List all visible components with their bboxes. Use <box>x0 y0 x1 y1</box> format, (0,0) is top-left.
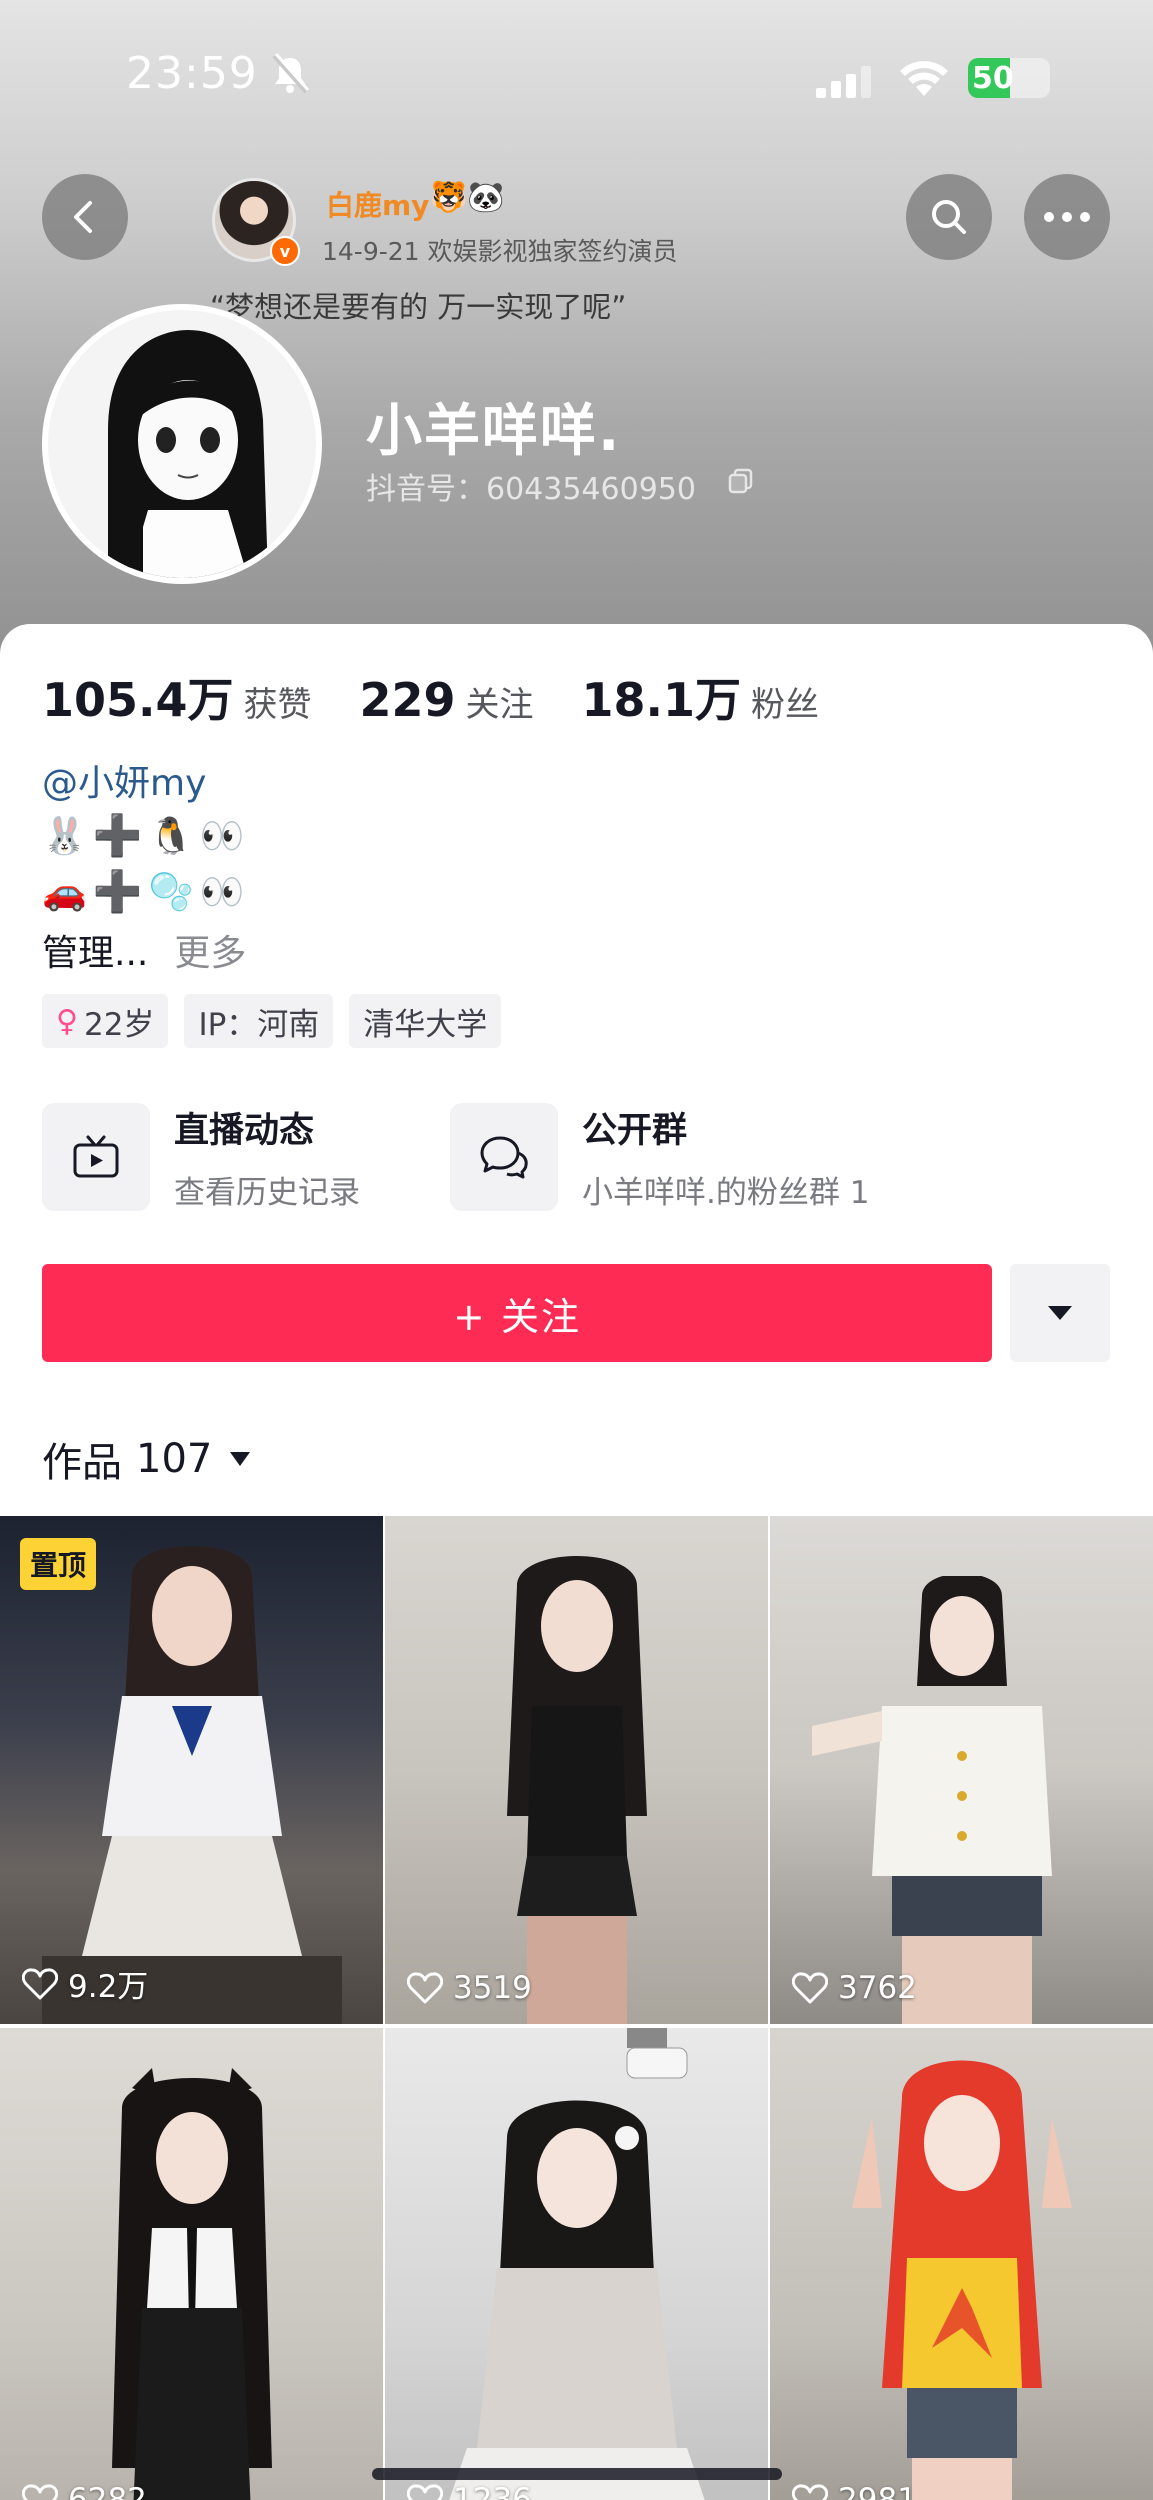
fan-group-subtitle: 小羊咩咩.的粉丝群 1 <box>582 1175 870 1211</box>
video-likes-count: 2981 <box>838 2482 917 2500</box>
bio-mention-link[interactable]: @小妍my <box>42 754 206 806</box>
likes-count: 105.4万 <box>42 673 234 727</box>
video-tile[interactable]: 2981 <box>770 2028 1153 2500</box>
friend-quote: “梦想还是要有的 万一实现了呢” <box>210 290 627 324</box>
live-history-title: 直播动态 <box>174 1111 315 1151</box>
bio-truncated-text: 管理... <box>42 933 149 974</box>
search-button[interactable] <box>906 174 992 260</box>
female-icon: ♀ <box>56 1003 78 1039</box>
following-label[interactable]: 关注 <box>466 677 534 726</box>
profile-username: 小羊咩咩. <box>366 399 622 464</box>
rabbit-emoji-icon: 🐰 <box>42 815 87 857</box>
video-likes: 9.2万 <box>22 1961 148 2006</box>
followers-label[interactable]: 粉丝 <box>751 677 819 726</box>
bio-more-link[interactable]: 更多 <box>174 924 246 976</box>
home-indicator[interactable] <box>372 2468 782 2480</box>
more-options-button[interactable] <box>1024 174 1110 260</box>
signal-icon <box>816 66 871 98</box>
penguin-emoji-icon: 🐧 <box>148 815 194 857</box>
plus-icon: ➕ <box>92 813 143 859</box>
video-tile[interactable]: 1236 <box>385 2028 768 2500</box>
video-thumbnail-image <box>41 1546 342 2024</box>
live-history-entry[interactable]: 直播动态 查看历史记录 <box>42 1102 360 1212</box>
battery-level: 50 <box>972 61 1014 96</box>
heart-icon <box>792 1972 828 2004</box>
friend-subtitle: 14-9-21 欢娱影视独家签约演员 <box>322 237 678 266</box>
video-grid: 置顶 9.2万 3519 3762 6282 1236 2981 <box>0 1516 1153 2500</box>
video-tile[interactable]: 6282 <box>0 2028 383 2500</box>
video-tile[interactable]: 置顶 9.2万 <box>0 1516 383 2024</box>
anime-girl-avatar-image <box>48 310 316 578</box>
following-count[interactable]: 229 <box>360 673 456 727</box>
video-thumbnail-image <box>811 1576 1052 2024</box>
battery-indicator: 50 <box>968 58 1050 98</box>
verified-badge-icon: v <box>270 236 300 266</box>
fan-group-entry[interactable]: 公开群 小羊咩咩.的粉丝群 1 <box>450 1102 869 1212</box>
bubbles-emoji-icon: 🫧 <box>148 871 194 913</box>
school-tag[interactable]: 清华大学 <box>349 994 502 1048</box>
bio-line-3: 管理... 更多 <box>42 924 246 976</box>
age-tag: ♀ 22岁 <box>42 994 169 1048</box>
profile-stats: 105.4万 获赞 229 关注 18.1万 粉丝 <box>42 664 867 730</box>
profile-header: 23:59 50 v 白鹿my 🐯🐼 14-9-21 欢娱影视独家签约演员 “梦… <box>0 0 1153 680</box>
followers-count[interactable]: 18.1万 <box>582 664 742 730</box>
car-emoji-icon: 🚗 <box>42 871 87 913</box>
more-dots-icon <box>1044 212 1090 222</box>
eyes-emoji-icon: 👀 <box>199 815 245 857</box>
copy-icon[interactable] <box>728 468 754 494</box>
profile-avatar[interactable] <box>42 304 322 584</box>
video-likes-count: 9.2万 <box>68 1969 149 2005</box>
ip-location-tag: IP：河南 <box>184 994 334 1048</box>
video-likes-count: 3519 <box>453 1970 532 2006</box>
silent-bell-icon <box>272 53 310 94</box>
heart-icon <box>792 2484 828 2500</box>
friend-name[interactable]: 白鹿my <box>326 184 429 224</box>
search-icon <box>932 200 966 234</box>
video-thumbnail-image <box>506 1556 647 2024</box>
works-count: 107 <box>136 1436 213 1482</box>
caret-down-icon <box>1048 1306 1072 1320</box>
video-likes-count: 6282 <box>68 2482 147 2500</box>
tv-icon <box>42 1103 150 1211</box>
video-tile[interactable]: 3519 <box>385 1516 768 2024</box>
video-likes-count: 3762 <box>838 1970 917 2006</box>
video-likes: 6282 <box>22 2482 147 2500</box>
heart-icon <box>22 1967 58 1999</box>
caret-down-icon <box>230 1452 251 1466</box>
friend-name-emoji: 🐯🐼 <box>430 180 505 215</box>
video-tile[interactable]: 3762 <box>770 1516 1153 2024</box>
wifi-icon <box>900 61 948 96</box>
chevron-left-icon <box>74 201 92 233</box>
back-button[interactable] <box>42 174 128 260</box>
video-likes-count: 1236 <box>453 2482 532 2500</box>
heart-icon <box>407 1972 443 2004</box>
likes-label: 获赞 <box>243 685 312 725</box>
video-thumbnail-image <box>111 2068 272 2500</box>
douyin-id: 抖音号：60435460950 <box>366 472 696 507</box>
eyes-emoji-icon: 👀 <box>199 871 245 913</box>
video-likes: 3519 <box>407 1970 532 2006</box>
chat-icon <box>450 1103 558 1211</box>
plus-icon: ➕ <box>92 869 143 915</box>
heart-icon <box>407 2484 443 2500</box>
age-text: 22岁 <box>83 1006 155 1043</box>
works-tab[interactable]: 作品 107 <box>42 1430 251 1488</box>
bio-line-1: 🐰 ➕ 🐧 👀 <box>42 812 244 859</box>
pinned-badge: 置顶 <box>20 1538 97 1590</box>
video-likes: 1236 <box>407 2482 532 2500</box>
bio-line-2: 🚗 ➕ 🫧 👀 <box>42 868 244 915</box>
profile-tags: ♀ 22岁 IP：河南 清华大学 <box>42 994 502 1048</box>
video-thumbnail-image <box>851 2060 1072 2500</box>
status-bar: 23:59 50 <box>0 40 1153 120</box>
works-label: 作品 <box>42 1440 122 1486</box>
video-likes: 3762 <box>792 1970 917 2006</box>
follow-dropdown-button[interactable] <box>1010 1264 1110 1362</box>
status-time: 23:59 <box>126 48 258 99</box>
fan-group-title: 公开群 <box>582 1111 688 1151</box>
heart-icon <box>22 2484 58 2500</box>
video-thumbnail-image <box>448 2028 705 2500</box>
video-likes: 2981 <box>792 2482 917 2500</box>
follow-button[interactable]: + 关注 <box>42 1264 992 1362</box>
live-history-subtitle: 查看历史记录 <box>174 1175 360 1211</box>
